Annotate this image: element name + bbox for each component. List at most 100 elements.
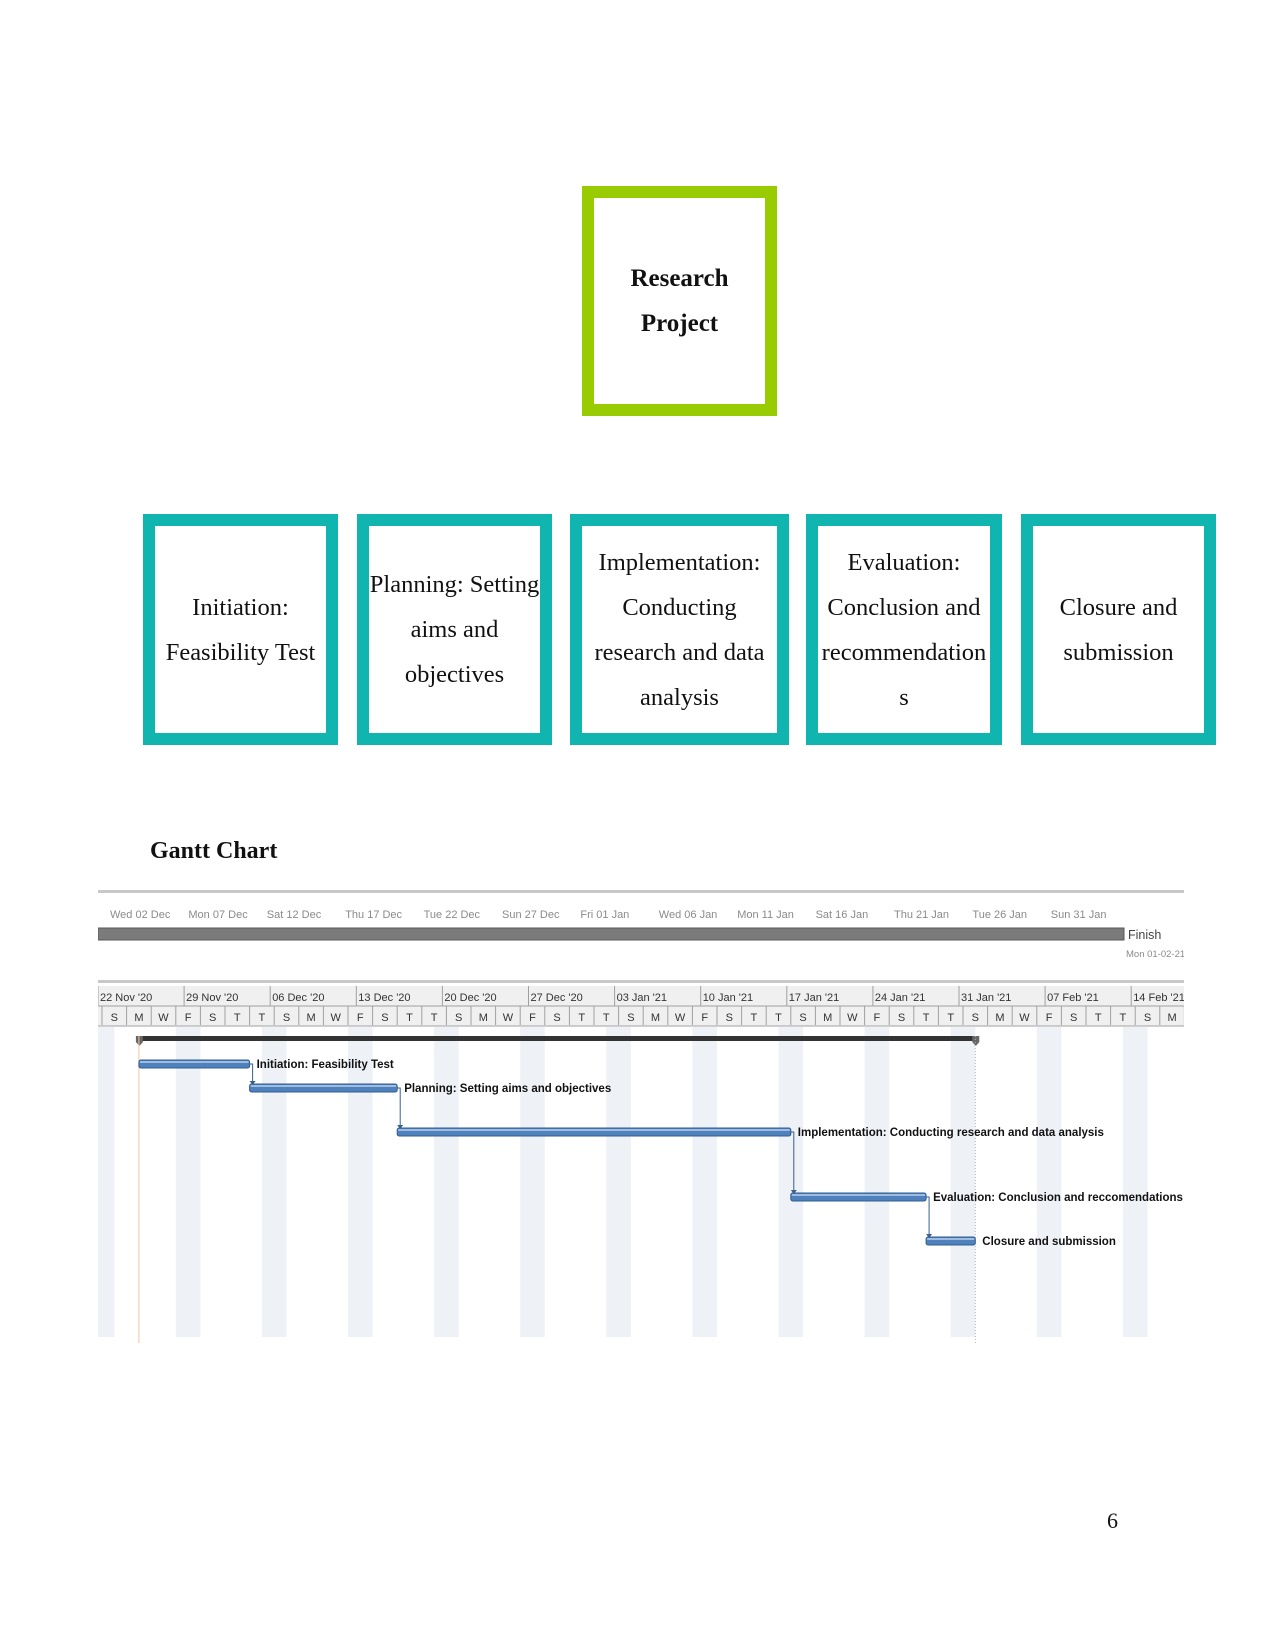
- finish-label: Finish: [1128, 928, 1161, 942]
- weekend-band: [778, 1027, 804, 1337]
- timeline-date-label: Thu 21 Jan: [894, 909, 949, 921]
- week-header-label: 07 Feb '21: [1047, 992, 1099, 1004]
- day-letter: F: [529, 1012, 536, 1024]
- timeline-date-label: Tue 26 Jan: [972, 909, 1027, 921]
- day-letter: W: [1019, 1012, 1030, 1024]
- weekend-band: [89, 1027, 115, 1337]
- root-line: Project: [640, 310, 719, 337]
- timeline-date-label: Sat 12 Dec: [267, 909, 322, 921]
- weekend-band: [1036, 1027, 1062, 1337]
- weekend-band: [1122, 1027, 1148, 1337]
- day-letter: M: [823, 1012, 832, 1024]
- timeline-date-label: Thu 17 Dec: [345, 909, 402, 921]
- weekend-band: [348, 1027, 373, 1337]
- phase-box-evaluation: Evaluation: Conclusion and recommendatio…: [806, 514, 1002, 745]
- task-bar-highlight: [927, 1238, 975, 1240]
- timeline-strip: Wed 02 Dec Mon 07 Dec Sat 12 Dec Thu 17 Dec…: [97, 890, 1185, 960]
- day-letter: W: [331, 1012, 342, 1024]
- weekend-band: [606, 1027, 631, 1337]
- day-letter: T: [431, 1012, 438, 1024]
- day-letter: T: [947, 1012, 954, 1024]
- weekend-band: [692, 1027, 717, 1337]
- finish-date: Mon 01-02-21: [1126, 949, 1184, 960]
- day-letter: S: [972, 1012, 979, 1024]
- timeline-date-label: Sun 27 Dec: [502, 909, 560, 921]
- phase-line: Closure and: [1059, 593, 1178, 621]
- page-number: 6: [1107, 1508, 1118, 1533]
- phase-line: s: [899, 683, 909, 711]
- task-label: Evaluation: Conclusion and reccomendatio…: [933, 1192, 1183, 1204]
- phase-label: Implementation: Conducting research and …: [594, 540, 764, 720]
- timeline-date-label: Sat 16 Jan: [816, 909, 869, 921]
- day-letter: S: [381, 1012, 388, 1024]
- week-header-label: 17 Jan '21: [789, 992, 839, 1004]
- day-letter: S: [627, 1012, 634, 1024]
- dependency-arrow: [249, 1063, 254, 1082]
- day-letter: S: [726, 1012, 733, 1024]
- day-letter: F: [1046, 1012, 1053, 1024]
- gantt-chart: Wed 02 Dec Mon 07 Dec Sat 12 Dec Thu 17 Dec…: [3, 888, 1203, 1348]
- week-header-label: 20 Dec '20: [444, 992, 496, 1004]
- day-letter: M: [1168, 1012, 1177, 1024]
- day-letter: T: [234, 1012, 241, 1024]
- phase-label: Evaluation: Conclusion and recommendatio…: [822, 540, 987, 720]
- task-label: Initiation: Feasibility Test: [257, 1059, 394, 1071]
- task-label: Planning: Setting aims and objectives: [404, 1083, 611, 1095]
- day-letter: T: [406, 1012, 413, 1024]
- day-letter: T: [1120, 1012, 1127, 1024]
- root-line: Research: [630, 265, 729, 292]
- week-header-label: 22 Nov '20: [100, 992, 152, 1004]
- task-bars: Initiation: Feasibility Test Planning: Se…: [135, 1036, 1183, 1343]
- day-letter: T: [775, 1012, 782, 1024]
- day-letter: M: [307, 1012, 316, 1024]
- task-label: Implementation: Conducting research and …: [798, 1127, 1104, 1139]
- dependency-arrow: [926, 1196, 930, 1235]
- phase-line: Feasibility Test: [165, 638, 316, 666]
- phase-line: submission: [1063, 638, 1174, 666]
- phase-line: Evaluation:: [847, 548, 961, 576]
- day-letter: W: [503, 1012, 514, 1024]
- timeline-date-label: Mon 11 Jan: [737, 909, 794, 921]
- week-header-label: 03 Jan '21: [617, 992, 667, 1004]
- week-header-label: 27 Dec '20: [531, 992, 583, 1004]
- weekend-band: [434, 1027, 459, 1337]
- day-letter: S: [1144, 1012, 1151, 1024]
- phase-label: Initiation: Feasibility Test: [166, 585, 316, 675]
- day-letter: T: [578, 1012, 585, 1024]
- weekend-band: [261, 1027, 287, 1337]
- timeline-date-label: Sun 31 Jan: [1051, 909, 1107, 921]
- gantt-svg: Wed 02 Dec Mon 07 Dec Sat 12 Dec Thu 17 Dec…: [3, 890, 1203, 1343]
- task-bar-highlight: [250, 1085, 397, 1087]
- research-project-label: Research Project: [630, 256, 728, 346]
- phase-line: objectives: [404, 661, 505, 688]
- day-letter: S: [283, 1012, 290, 1024]
- day-letter: W: [158, 1012, 169, 1024]
- day-letter: F: [701, 1012, 708, 1024]
- phase-line: Conducting: [622, 593, 737, 621]
- week-header-label: 31 Jan '21: [961, 992, 1011, 1004]
- day-letter: W: [847, 1012, 858, 1024]
- day-letter: S: [799, 1012, 806, 1024]
- timeline-bar: [97, 927, 1125, 941]
- dependency-arrow: [397, 1087, 401, 1126]
- week-header-label: 13 Dec '20: [358, 992, 410, 1004]
- day-letter: S: [898, 1012, 905, 1024]
- phase-line: Implementation:: [598, 548, 761, 576]
- task-bar-highlight: [139, 1061, 249, 1063]
- header-rule: [98, 980, 1184, 983]
- day-letter: T: [1095, 1012, 1102, 1024]
- project-summary-bar: [138, 1036, 976, 1041]
- phase-line: Conclusion and: [827, 593, 981, 621]
- timescale-header: 22 Nov '20 29 Nov '20 06 Dec '20 13 Dec '20…: [97, 980, 1203, 1027]
- day-letter: M: [651, 1012, 660, 1024]
- day-letter: S: [455, 1012, 462, 1024]
- day-letter: M: [479, 1012, 488, 1024]
- gantt-chart-heading: Gantt Chart: [150, 838, 278, 864]
- timeline-date-label: Mon 07 Dec: [188, 909, 248, 921]
- day-letter: T: [259, 1012, 266, 1024]
- timeline-date-label: Wed 06 Jan: [659, 909, 718, 921]
- week-header-label: 10 Jan '21: [703, 992, 753, 1004]
- timeline-date-label: Wed 02 Dec: [110, 909, 171, 921]
- day-letter: F: [357, 1012, 364, 1024]
- day-letter: S: [1070, 1012, 1077, 1024]
